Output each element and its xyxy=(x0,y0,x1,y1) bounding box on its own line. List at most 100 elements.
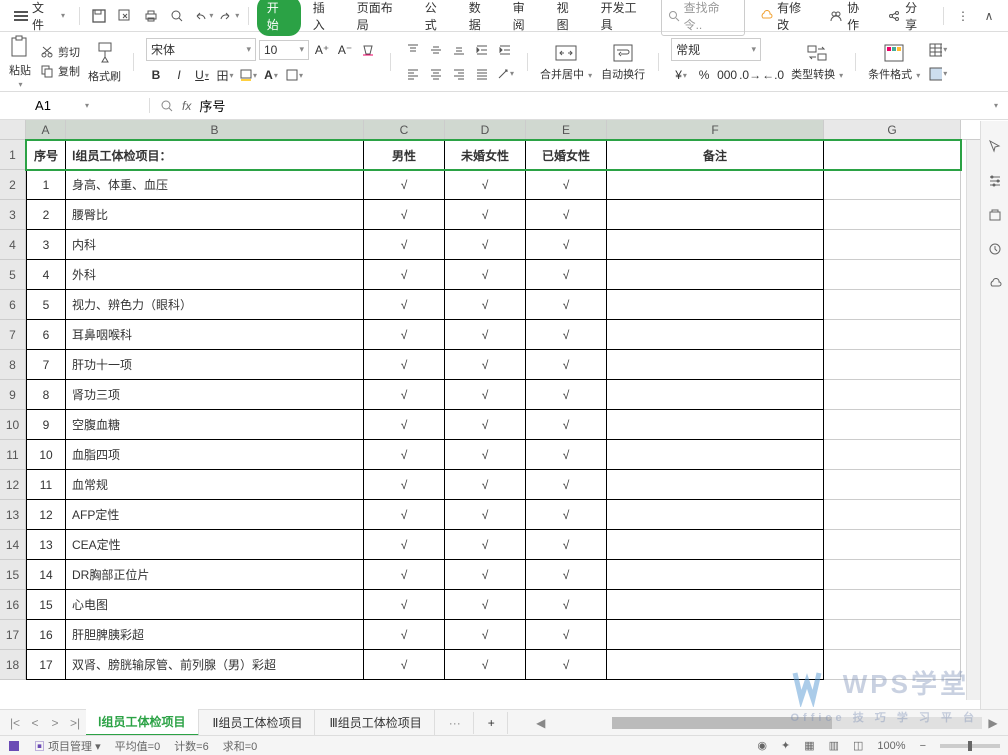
select-all-corner[interactable] xyxy=(0,120,26,139)
cell-f1[interactable]: √ xyxy=(445,260,526,290)
cell-seq[interactable]: 9 xyxy=(26,410,66,440)
copy-button[interactable]: 复制 xyxy=(40,63,80,79)
cell-remark[interactable] xyxy=(607,410,824,440)
currency-button[interactable]: ¥▾ xyxy=(671,65,691,85)
cell-f1[interactable]: √ xyxy=(445,500,526,530)
cell-empty[interactable] xyxy=(824,620,961,650)
cell-f1[interactable]: √ xyxy=(445,620,526,650)
cursor-icon[interactable] xyxy=(987,139,1003,155)
command-search[interactable]: 查找命令.. xyxy=(661,0,746,36)
comma-button[interactable]: 000 xyxy=(717,65,737,85)
cell-f2[interactable]: √ xyxy=(526,350,607,380)
cell-empty[interactable] xyxy=(824,200,961,230)
cell-seq[interactable]: 16 xyxy=(26,620,66,650)
cell-male[interactable]: √ xyxy=(364,650,445,680)
underline-button[interactable]: U▾ xyxy=(192,65,212,85)
cell-seq[interactable]: 12 xyxy=(26,500,66,530)
undo-icon[interactable]: ▾ xyxy=(192,5,214,27)
vertical-scrollbar[interactable] xyxy=(966,140,980,700)
increase-font[interactable]: A⁺ xyxy=(312,40,332,60)
cell-item[interactable]: CEA定性 xyxy=(66,530,364,560)
preview-icon[interactable] xyxy=(166,5,188,27)
col-G[interactable]: G xyxy=(824,120,961,139)
cell-male[interactable]: √ xyxy=(364,380,445,410)
name-box[interactable]: ▾ xyxy=(0,98,150,113)
cut-button[interactable]: 剪切 xyxy=(40,44,80,60)
cell-item[interactable]: 血常规 xyxy=(66,470,364,500)
settings-icon[interactable] xyxy=(987,173,1003,189)
cell-remark[interactable] xyxy=(607,530,824,560)
cell-f2[interactable]: √ xyxy=(526,530,607,560)
justify[interactable] xyxy=(472,64,492,84)
col-C[interactable]: C xyxy=(364,120,445,139)
cell-item[interactable]: DR胸部正位片 xyxy=(66,560,364,590)
cell-male[interactable]: √ xyxy=(364,200,445,230)
decrease-indent[interactable] xyxy=(472,40,492,60)
type-convert[interactable]: 类型转换 ▾ xyxy=(791,42,843,82)
cell-empty[interactable] xyxy=(824,170,961,200)
cell-seq[interactable]: 3 xyxy=(26,230,66,260)
font-color[interactable]: A▾ xyxy=(261,65,281,85)
cell-item[interactable]: 双肾、膀胱输尿管、前列腺（男）彩超 xyxy=(66,650,364,680)
number-format-combo[interactable]: 常规▾ xyxy=(671,38,761,61)
cell-f1[interactable]: √ xyxy=(445,410,526,440)
cell-seq[interactable]: 13 xyxy=(26,530,66,560)
row-16[interactable]: 16 xyxy=(0,590,26,620)
cell-seq[interactable]: 4 xyxy=(26,260,66,290)
add-sheet[interactable]: + xyxy=(476,712,508,734)
paste-button[interactable]: 粘贴▾ xyxy=(8,34,32,89)
cell-remark[interactable] xyxy=(607,200,824,230)
col-F[interactable]: F xyxy=(607,120,824,139)
cell-male[interactable]: √ xyxy=(364,320,445,350)
col-E[interactable]: E xyxy=(526,120,607,139)
cell-f1[interactable]: √ xyxy=(445,650,526,680)
cell-seq[interactable]: 8 xyxy=(26,380,66,410)
font-family-combo[interactable]: 宋体▾ xyxy=(146,38,256,61)
hscroll-right[interactable]: ▶ xyxy=(984,716,1002,730)
cell-remark[interactable] xyxy=(607,170,824,200)
cell-seq[interactable]: 17 xyxy=(26,650,66,680)
cell-male[interactable]: √ xyxy=(364,170,445,200)
cell-male[interactable]: √ xyxy=(364,560,445,590)
row-15[interactable]: 15 xyxy=(0,560,26,590)
cell-remark[interactable] xyxy=(607,260,824,290)
align-center[interactable] xyxy=(426,64,446,84)
view-page[interactable]: ▥ xyxy=(829,739,839,752)
cell-item[interactable]: 腰臀比 xyxy=(66,200,364,230)
cell-male[interactable]: √ xyxy=(364,590,445,620)
align-middle[interactable] xyxy=(426,40,446,60)
row-17[interactable]: 17 xyxy=(0,620,26,650)
cell-item[interactable]: 血脂四项 xyxy=(66,440,364,470)
cell-remark[interactable] xyxy=(607,590,824,620)
collapse-ribbon[interactable]: ∧ xyxy=(978,5,1000,27)
cell-f2[interactable]: √ xyxy=(526,230,607,260)
align-bottom[interactable] xyxy=(449,40,469,60)
cell-male[interactable]: √ xyxy=(364,440,445,470)
cell-empty[interactable] xyxy=(824,140,961,170)
tab-view[interactable]: 视图 xyxy=(549,0,589,37)
cell-remark[interactable] xyxy=(607,560,824,590)
merge-center[interactable]: 合并居中 ▾ xyxy=(540,42,592,82)
cell-header-remark[interactable]: 备注 xyxy=(607,140,824,170)
cell-male[interactable]: √ xyxy=(364,470,445,500)
project-mgmt[interactable]: ▣ 项目管理 ▾ xyxy=(34,738,101,754)
increase-indent[interactable] xyxy=(495,40,515,60)
cell-empty[interactable] xyxy=(824,650,961,680)
tab-layout[interactable]: 页面布局 xyxy=(349,0,413,37)
save-icon[interactable] xyxy=(88,5,110,27)
cell-f1[interactable]: √ xyxy=(445,440,526,470)
cell-male[interactable]: √ xyxy=(364,290,445,320)
zoom-out[interactable]: − xyxy=(920,740,926,752)
cell-seq[interactable]: 11 xyxy=(26,470,66,500)
cell-header-seq[interactable]: 序号 xyxy=(26,140,66,170)
cell-remark[interactable] xyxy=(607,230,824,260)
cell-remark[interactable] xyxy=(607,350,824,380)
cell-f1[interactable]: √ xyxy=(445,350,526,380)
cell-male[interactable]: √ xyxy=(364,500,445,530)
decrease-font[interactable]: A⁻ xyxy=(335,40,355,60)
cell-f2[interactable]: √ xyxy=(526,290,607,320)
cell-remark[interactable] xyxy=(607,470,824,500)
fill-color[interactable]: ▾ xyxy=(238,65,258,85)
cell-male[interactable]: √ xyxy=(364,530,445,560)
cell-style[interactable]: ▾ xyxy=(928,40,948,60)
